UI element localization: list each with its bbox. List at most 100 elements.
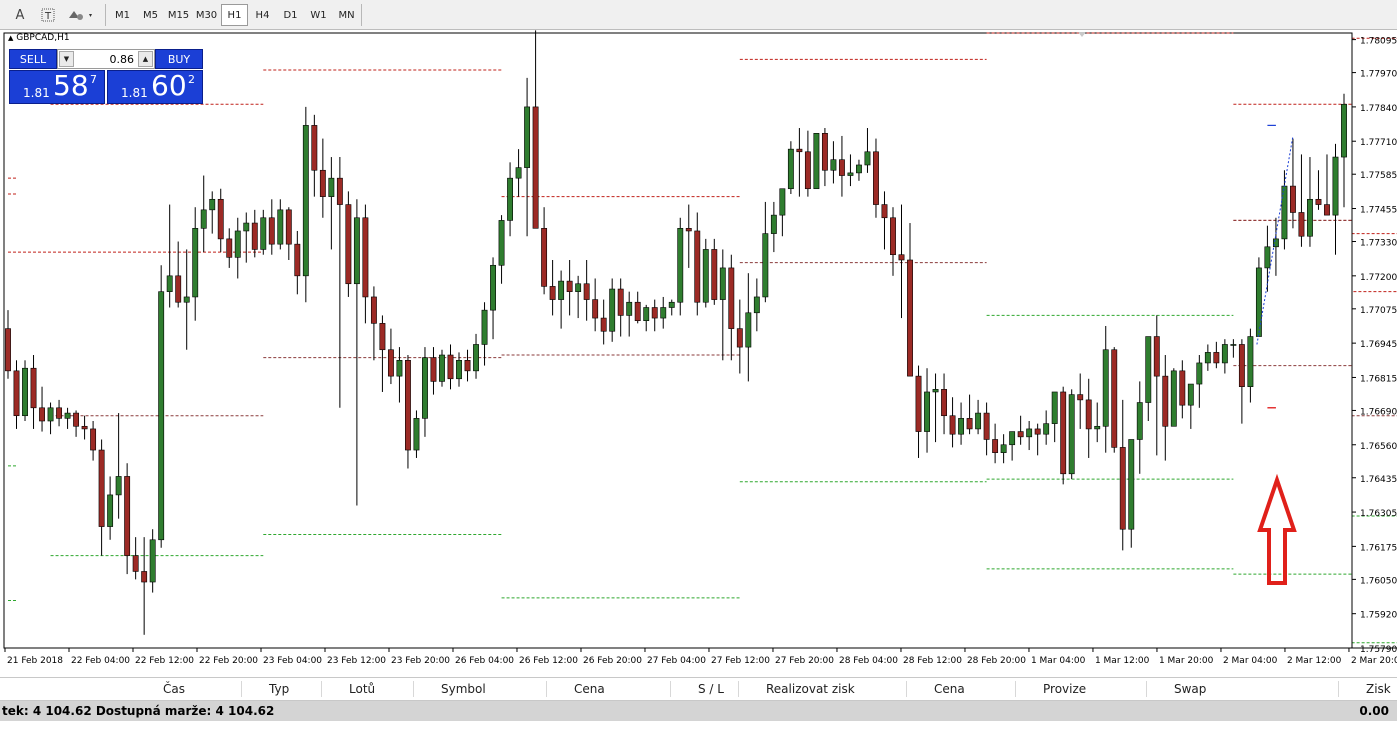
chart-canvas[interactable]: 1.78095 1.77970 1.77840 1.77710 1.77585 1.774… [0, 30, 1397, 670]
bullish-candle[interactable] [830, 159, 837, 171]
text-icon[interactable]: A [8, 4, 32, 26]
bearish-candle[interactable] [941, 389, 947, 417]
bullish-candle[interactable] [1043, 423, 1050, 435]
bullish-candle[interactable] [422, 357, 428, 419]
bullish-candle[interactable] [498, 220, 505, 266]
lot-increase-icon[interactable]: ▲ [138, 51, 153, 67]
bearish-candle[interactable] [405, 359, 411, 451]
bullish-candle[interactable] [1230, 344, 1237, 346]
timeframe-d1-button[interactable]: D1 [277, 4, 304, 26]
bearish-candle[interactable] [1162, 375, 1169, 427]
bearish-candle[interactable] [141, 571, 148, 583]
bearish-candle[interactable] [345, 204, 352, 285]
bullish-candle[interactable] [507, 177, 514, 221]
bearish-candle[interactable] [319, 169, 326, 197]
bearish-candle[interactable] [1034, 428, 1041, 435]
bearish-candle[interactable] [30, 367, 37, 409]
bullish-candle[interactable] [47, 407, 54, 422]
bullish-candle[interactable] [353, 217, 360, 285]
bearish-candle[interactable] [907, 259, 913, 377]
bullish-candle[interactable] [609, 288, 616, 332]
bullish-candle[interactable] [183, 296, 190, 303]
bearish-candle[interactable] [711, 249, 718, 300]
bullish-candle[interactable] [558, 280, 565, 300]
timeframe-m30-button[interactable]: M30 [193, 4, 220, 26]
bearish-candle[interactable] [90, 428, 97, 451]
bullish-candle[interactable] [1196, 362, 1203, 385]
column-header[interactable]: Symbol [441, 682, 486, 696]
lot-size-value[interactable]: 0.86 [110, 53, 135, 66]
bullish-candle[interactable] [932, 389, 939, 393]
bearish-candle[interactable] [226, 238, 233, 258]
shapes-icon[interactable] [64, 4, 98, 26]
bullish-candle[interactable] [1170, 370, 1177, 427]
bullish-candle[interactable] [328, 177, 335, 197]
bearish-candle[interactable] [1290, 185, 1296, 213]
column-header[interactable]: Čas [163, 682, 185, 696]
bearish-candle[interactable] [1060, 391, 1067, 475]
bullish-candle[interactable] [958, 418, 965, 435]
bearish-candle[interactable] [464, 359, 471, 372]
bullish-candle[interactable] [813, 133, 820, 190]
bearish-candle[interactable] [804, 151, 811, 190]
bearish-candle[interactable] [39, 407, 45, 422]
lot-decrease-icon[interactable]: ▼ [59, 51, 74, 67]
sell-price[interactable]: 1.81 58 7 [9, 69, 105, 104]
bearish-candle[interactable] [1077, 394, 1084, 401]
bearish-candle[interactable] [694, 230, 701, 303]
bearish-candle[interactable] [966, 418, 973, 430]
bullish-candle[interactable] [1204, 352, 1211, 364]
bearish-candle[interactable] [1238, 344, 1245, 387]
bearish-candle[interactable] [1153, 336, 1160, 377]
bearish-candle[interactable] [651, 307, 658, 319]
bearish-candle[interactable] [81, 425, 88, 430]
timeframe-h4-button[interactable]: H4 [249, 4, 276, 26]
bearish-candle[interactable] [1324, 204, 1330, 216]
bearish-candle[interactable] [600, 317, 607, 332]
bullish-candle[interactable] [481, 309, 488, 345]
bullish-candle[interactable] [1264, 246, 1271, 269]
bullish-candle[interactable] [158, 291, 165, 541]
bearish-candle[interactable] [5, 328, 11, 372]
bullish-candle[interactable] [753, 296, 760, 314]
bullish-candle[interactable] [1221, 344, 1228, 364]
timeframe-mn-button[interactable]: MN [333, 4, 360, 26]
bearish-candle[interactable] [311, 125, 318, 171]
bullish-candle[interactable] [64, 412, 71, 419]
bearish-candle[interactable] [1119, 447, 1126, 530]
bullish-candle[interactable] [243, 222, 250, 232]
bullish-candle[interactable] [115, 476, 122, 496]
buy-price[interactable]: 1.81 60 2 [107, 69, 203, 104]
bearish-candle[interactable] [124, 476, 131, 556]
bearish-candle[interactable] [881, 204, 888, 219]
bullish-candle[interactable] [1094, 425, 1101, 430]
sell-button[interactable]: SELL [9, 49, 57, 69]
column-header[interactable]: Cena [574, 682, 605, 696]
bearish-candle[interactable] [685, 228, 692, 232]
bullish-candle[interactable] [745, 312, 752, 348]
column-header[interactable]: Cena [934, 682, 965, 696]
bullish-candle[interactable] [260, 217, 267, 250]
bullish-candle[interactable] [234, 230, 241, 258]
bearish-candle[interactable] [56, 407, 62, 419]
bullish-candle[interactable] [1307, 198, 1313, 237]
bullish-candle[interactable] [660, 307, 667, 319]
bullish-candle[interactable] [1341, 103, 1347, 158]
bearish-candle[interactable] [890, 217, 896, 256]
bullish-candle[interactable] [856, 164, 862, 174]
bearish-candle[interactable] [728, 267, 735, 329]
bearish-candle[interactable] [617, 288, 624, 316]
bullish-candle[interactable] [719, 267, 726, 300]
bullish-candle[interactable] [166, 275, 173, 292]
bearish-candle[interactable] [362, 217, 369, 298]
bullish-candle[interactable] [702, 249, 709, 303]
bullish-candle[interactable] [149, 539, 156, 583]
bearish-candle[interactable] [915, 375, 922, 432]
bearish-candle[interactable] [268, 217, 275, 245]
bearish-candle[interactable] [447, 354, 454, 380]
bullish-candle[interactable] [626, 301, 633, 316]
bearish-candle[interactable] [370, 296, 377, 324]
bearish-candle[interactable] [98, 449, 105, 527]
text-label-icon[interactable]: T [36, 4, 60, 26]
column-header[interactable]: Provize [1043, 682, 1086, 696]
